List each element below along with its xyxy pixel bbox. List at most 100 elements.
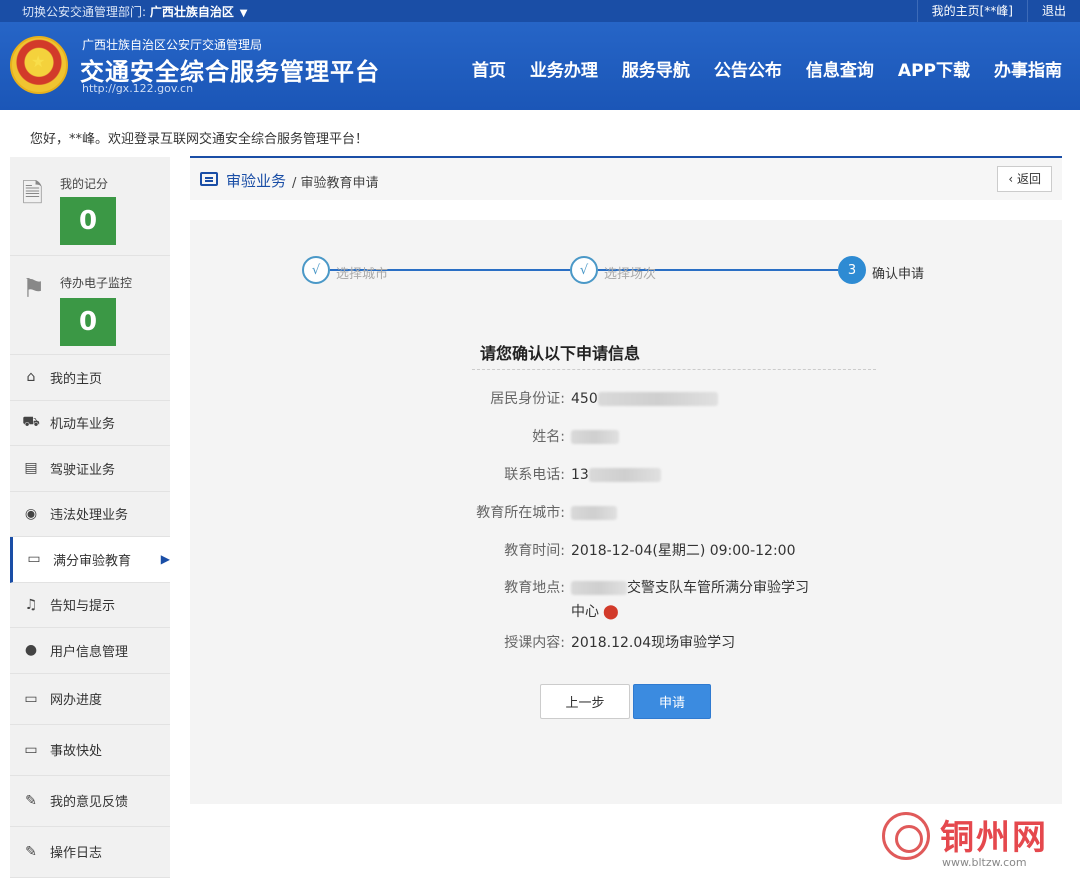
sidebar-item-label: 机动车业务 (50, 417, 116, 433)
sidebar-item-label: 满分审验教育 (53, 553, 132, 569)
name-row: 姓名: (430, 426, 850, 446)
divider (472, 369, 876, 370)
my-home-link[interactable]: 我的主页[**峰] (916, 0, 1027, 22)
redacted-block (597, 392, 718, 406)
caret-right-icon: ▶ (160, 552, 170, 567)
site-url: http://gx.122.gov.cn (82, 82, 194, 95)
department-switcher[interactable]: 切换公安交通管理部门: 广西壮族自治区 ▼ (22, 3, 247, 20)
truck-icon: ⛟ (22, 413, 40, 430)
nav-app-download[interactable]: APP下载 (898, 56, 970, 81)
redacted-block (571, 506, 617, 520)
home-icon: ⌂ (26, 369, 36, 386)
sidebar-item-label: 我的主页 (50, 371, 103, 387)
sidebar-item-label: 我的意见反馈 (50, 795, 129, 810)
document-icon: 🗎 (22, 179, 43, 209)
breadcrumb-section[interactable]: 审验业务 (226, 170, 286, 191)
watermark: 铜州网 www.bltzw.com (878, 808, 1078, 874)
location-pin-icon[interactable]: ⬤ (603, 604, 619, 620)
sidebar-item[interactable]: ● 用户信息管理 (10, 628, 170, 674)
sidebar-item-label: 事故快处 (50, 744, 103, 759)
step-1-circle: √ (302, 256, 330, 284)
user-icon: ● (24, 642, 38, 659)
place-row-cont: 中心 ⬤ (430, 601, 850, 621)
apply-button[interactable]: 申请 (633, 684, 711, 719)
monitor-card[interactable]: ⚑ 待办电子监控 0 (10, 256, 170, 355)
sidebar-item[interactable]: ▤ 驾驶证业务 (10, 446, 170, 492)
accident-icon: ▭ (24, 741, 38, 758)
breadcrumb-page: / 审验教育申请 (292, 176, 379, 191)
breadcrumb: 审验业务 / 审验教育申请 ‹ 返回 (190, 158, 1062, 200)
watermark-logo-icon (882, 812, 930, 860)
content-value: 2018.12.04现场审验学习 (571, 635, 736, 651)
sidebar-item[interactable]: ♫ 告知与提示 (10, 583, 170, 628)
watermark-name: 铜州网 (940, 818, 1048, 858)
nav-service-guide[interactable]: 服务导航 (622, 56, 690, 81)
sidebar-item-label: 操作日志 (50, 846, 103, 861)
sidebar-item-label: 违法处理业务 (50, 508, 129, 524)
sidebar-item[interactable]: ⛟ 机动车业务 (10, 401, 170, 446)
sidebar-item[interactable]: ✎ 我的意见反馈 (10, 776, 170, 827)
id-row: 居民身份证: 450 (430, 388, 850, 408)
step-3-label: 确认申请 (872, 267, 925, 282)
id-label: 居民身份证: (490, 391, 565, 407)
site-subtitle: 广西壮族自治区公安厅交通管理局 (82, 38, 263, 52)
time-label: 教育时间: (504, 543, 565, 559)
sidebar-item[interactable]: ▭ 满分审验教育 ▶ (10, 537, 170, 583)
step-2-label: 选择场次 (604, 267, 657, 282)
confirm-title: 请您确认以下申请信息 (480, 344, 641, 363)
monitor-icon: ▭ (27, 551, 41, 568)
content-row: 授课内容: 2018.12.04现场审验学习 (430, 632, 850, 652)
camera-icon: ◉ (24, 505, 38, 522)
place-value-cont: 中心 (571, 604, 599, 620)
sidebar-item-label: 网办进度 (50, 693, 103, 708)
sidebar-item[interactable]: ▭ 事故快处 (10, 725, 170, 776)
watermark-url: www.bltzw.com (942, 856, 1027, 869)
department-name[interactable]: 广西壮族自治区 (150, 5, 234, 19)
nav-guide[interactable]: 办事指南 (994, 56, 1062, 81)
nav-business[interactable]: 业务办理 (530, 56, 598, 81)
sidebar: 🗎 我的记分 0 ⚑ 待办电子监控 0 ⌂ 我的主页 ⛟ 机动车业务 ▤ 驾驶证业务 ◉ 违法… (10, 157, 170, 878)
main-nav: 首页 业务办理 服务导航 公告公布 信息查询 APP下载 办事指南 (448, 56, 1062, 81)
site-header: ★ 广西壮族自治区公安厅交通管理局 交通安全综合服务管理平台 http://gx… (0, 22, 1080, 110)
name-label: 姓名: (532, 429, 565, 445)
id-value: 450 (571, 391, 598, 407)
logout-link[interactable]: 退出 (1026, 0, 1080, 22)
score-card[interactable]: 🗎 我的记分 0 (10, 157, 170, 256)
place-value: 交警支队车管所满分审验学习 (627, 580, 809, 596)
confirm-panel: √ 选择城市 √ 选择场次 3 确认申请 请您确认以下申请信息 居民身份证: 45… (190, 220, 1062, 804)
progress-icon: ▭ (24, 690, 38, 707)
nav-announcements[interactable]: 公告公布 (714, 56, 782, 81)
sidebar-item-label: 驾驶证业务 (50, 462, 116, 478)
prev-step-button[interactable]: 上一步 (540, 684, 630, 719)
monitor-label: 待办电子监控 (60, 276, 133, 290)
nav-info-query[interactable]: 信息查询 (806, 56, 874, 81)
police-emblem-icon: ★ (10, 36, 68, 94)
top-bar: 切换公安交通管理部门: 广西壮族自治区 ▼ 我的主页[**峰] 退出 (0, 0, 1080, 22)
phone-value: 13 (571, 467, 589, 483)
phone-row: 联系电话: 13 (430, 464, 850, 484)
sidebar-item[interactable]: ⌂ 我的主页 (10, 355, 170, 401)
content-label: 授课内容: (504, 635, 565, 651)
sidebar-item-label: 告知与提示 (50, 599, 116, 615)
welcome-message: 您好，**峰。欢迎登录互联网交通安全综合服务管理平台！ (30, 132, 369, 147)
redacted-block (588, 468, 661, 482)
step-indicator: √ 选择城市 √ 选择场次 3 确认申请 (302, 256, 942, 286)
redacted-block (571, 430, 619, 444)
phone-label: 联系电话: (504, 467, 565, 483)
log-icon: ✎ (25, 843, 37, 860)
sidebar-item[interactable]: ◉ 违法处理业务 (10, 492, 170, 537)
step-2-circle: √ (570, 256, 598, 284)
monitor-value: 0 (60, 298, 116, 346)
score-value: 0 (60, 197, 116, 245)
chevron-down-icon[interactable]: ▼ (240, 8, 248, 19)
surveillance-camera-icon: ⚑ (22, 274, 46, 304)
back-button[interactable]: ‹ 返回 (997, 166, 1052, 192)
redacted-block (571, 581, 627, 595)
sidebar-item[interactable]: ▭ 网办进度 (10, 674, 170, 725)
step-1-label: 选择城市 (336, 267, 389, 282)
sidebar-item[interactable]: ✎ 操作日志 (10, 827, 170, 878)
nav-home[interactable]: 首页 (472, 56, 506, 81)
list-icon (200, 172, 218, 186)
feedback-icon: ✎ (25, 792, 37, 809)
time-row: 教育时间: 2018-12-04(星期二) 09:00-12:00 (430, 540, 850, 560)
